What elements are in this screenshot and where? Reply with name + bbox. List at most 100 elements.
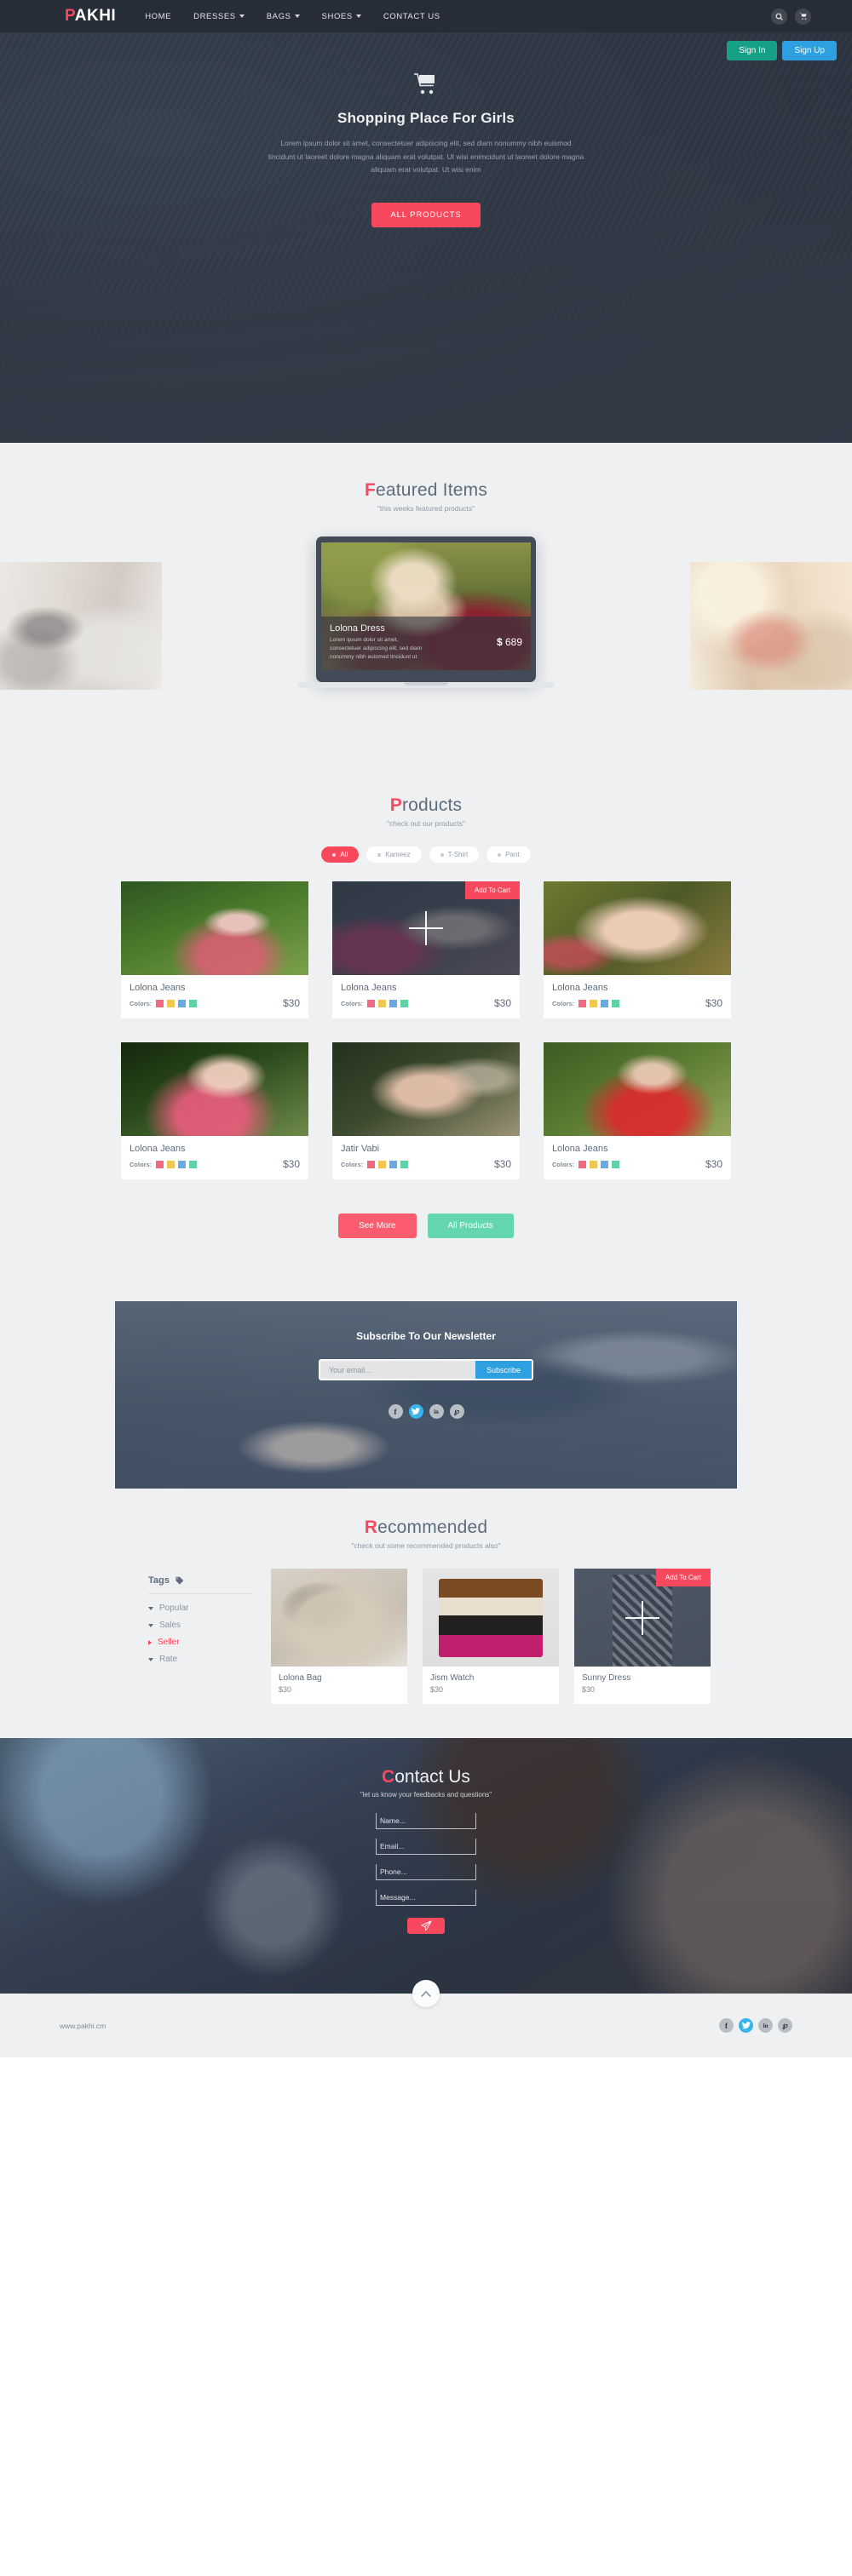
- filter-tab-pant[interactable]: Pant: [486, 846, 531, 863]
- plus-icon[interactable]: [625, 1600, 659, 1635]
- facebook-icon[interactable]: f: [719, 2018, 734, 2033]
- recommended-card[interactable]: Lolona Bag $30: [271, 1569, 407, 1704]
- name-field[interactable]: [376, 1813, 476, 1829]
- tags-heading: Tags: [148, 1575, 252, 1586]
- linkedin-icon[interactable]: in: [758, 2018, 773, 2033]
- products-subtitle: "check out our products": [386, 819, 466, 828]
- sign-up-button[interactable]: Sign Up: [782, 41, 837, 60]
- product-card[interactable]: Lolona Jeans Colors: $30: [544, 881, 731, 1018]
- nav-label: SHOES: [321, 11, 353, 21]
- product-name: Lolona Jeans: [552, 1144, 608, 1154]
- featured-product-image[interactable]: Lolona Dress Lorem ipsum dolor sit amet,…: [321, 542, 531, 670]
- recommended-grid: Lolona Bag $30 Jism Watch $30 Add To Car…: [271, 1569, 711, 1704]
- linkedin-icon[interactable]: in: [429, 1404, 444, 1419]
- send-message-button[interactable]: [407, 1918, 445, 1934]
- filter-label: Pant: [505, 851, 520, 858]
- product-image[interactable]: [544, 881, 731, 975]
- contact-title-accent: C: [382, 1767, 395, 1787]
- product-card[interactable]: Lolona Jeans Colors: $30: [121, 881, 308, 1018]
- nav-label: HOME: [145, 11, 172, 21]
- recommended-image[interactable]: [423, 1569, 559, 1667]
- add-to-cart-button[interactable]: Add To Cart: [464, 881, 520, 899]
- nav-item-contact-us[interactable]: CONTACT US: [383, 12, 440, 21]
- product-image[interactable]: [121, 1042, 308, 1136]
- product-card[interactable]: Add To Cart Lolona Jeans Colors: $30: [332, 881, 520, 1018]
- tag-item-sales[interactable]: Sales: [148, 1621, 252, 1630]
- email-field[interactable]: [376, 1839, 476, 1855]
- recommended-image[interactable]: [271, 1569, 407, 1667]
- nav-label: CONTACT US: [383, 11, 440, 21]
- message-field[interactable]: [376, 1890, 476, 1906]
- scroll-to-top-button[interactable]: [412, 1980, 440, 2007]
- color-swatches: [156, 1160, 198, 1168]
- phone-field[interactable]: [376, 1864, 476, 1880]
- tag-item-popular[interactable]: Popular: [148, 1604, 252, 1613]
- recommended-card[interactable]: Jism Watch $30: [423, 1569, 559, 1704]
- footer-url: www.pakhi.cm: [60, 2021, 106, 2030]
- contact-title-rest: ontact Us: [394, 1767, 470, 1787]
- chevron-down-icon: [148, 1606, 153, 1610]
- featured-heading: Featured Items "this weeks featured prod…: [0, 480, 852, 513]
- nav-item-home[interactable]: HOME: [145, 12, 171, 21]
- featured-side-image-left: [0, 562, 162, 690]
- products-title: Products: [0, 795, 852, 816]
- subscribe-button[interactable]: Subscribe: [475, 1361, 532, 1379]
- filter-tab-all[interactable]: All: [321, 846, 360, 863]
- swatch-yellow: [378, 1160, 387, 1168]
- product-card[interactable]: Lolona Jeans Colors: $30: [121, 1042, 308, 1179]
- tag-item-rate[interactable]: Rate: [148, 1655, 252, 1664]
- nav-item-dresses[interactable]: DRESSES: [193, 12, 245, 21]
- nav-label: DRESSES: [193, 11, 236, 21]
- tag-label: Popular: [159, 1604, 189, 1613]
- add-to-cart-button[interactable]: Add To Cart: [655, 1569, 711, 1586]
- pinterest-icon[interactable]: ℘: [449, 1404, 464, 1419]
- hero-all-products-button[interactable]: ALL PRODUCTS: [371, 203, 481, 228]
- product-card[interactable]: Lolona Jeans Colors: $30: [544, 1042, 731, 1179]
- newsletter-email-input[interactable]: [320, 1361, 475, 1379]
- recommended-image[interactable]: Add To Cart: [574, 1569, 711, 1667]
- currency-symbol: $: [496, 636, 503, 649]
- main-navbar: PAKHI HOME DRESSES BAGS SHOES CONTACT US: [0, 0, 852, 32]
- cart-icon[interactable]: [795, 8, 811, 25]
- nav-item-bags[interactable]: BAGS: [267, 12, 300, 21]
- product-image[interactable]: [332, 1042, 520, 1136]
- swatch-blue: [178, 1160, 187, 1168]
- tag-item-seller[interactable]: Seller: [148, 1638, 252, 1647]
- nav-item-shoes[interactable]: SHOES: [322, 12, 361, 21]
- swatch-green: [612, 1160, 620, 1168]
- product-name: Lolona Jeans: [552, 983, 608, 993]
- filter-tab-kameez[interactable]: Kameez: [366, 846, 422, 863]
- swatch-yellow: [378, 999, 387, 1007]
- colors-label: Colors:: [341, 1160, 364, 1168]
- product-image[interactable]: [544, 1042, 731, 1136]
- swatch-green: [400, 1160, 409, 1168]
- products-section: Products "check out our products" All Ka…: [0, 778, 852, 1276]
- product-price: $30: [282, 1158, 300, 1170]
- recommended-body: Tags Popular Sales Seller Rate Lolona Ba…: [0, 1569, 852, 1704]
- sign-in-button[interactable]: Sign In: [727, 41, 778, 60]
- product-card[interactable]: Jatir Vabi Colors: $30: [332, 1042, 520, 1179]
- facebook-icon[interactable]: f: [388, 1404, 403, 1419]
- recommended-section: Recommended "check out some recommended …: [0, 1489, 852, 1738]
- filter-tab-tshirt[interactable]: T-Shirt: [429, 846, 480, 863]
- recommended-card[interactable]: Add To Cart Sunny Dress $30: [574, 1569, 711, 1704]
- newsletter-wrapper: Subscribe To Our Newsletter Subscribe f …: [0, 1276, 852, 1489]
- hero-title: Shopping Place For Girls: [337, 110, 515, 126]
- twitter-icon[interactable]: [408, 1404, 423, 1419]
- swatch-blue: [178, 999, 187, 1007]
- recommended-price: $30: [279, 1685, 292, 1694]
- plus-icon[interactable]: [409, 911, 443, 945]
- brand-logo[interactable]: PAKHI: [65, 7, 116, 26]
- filter-label: Kameez: [385, 851, 411, 858]
- search-icon[interactable]: [771, 8, 787, 25]
- all-products-button[interactable]: All Products: [427, 1213, 514, 1238]
- laptop-base: [297, 682, 555, 688]
- twitter-icon[interactable]: [739, 2018, 753, 2033]
- chevron-down-icon: [148, 1623, 153, 1627]
- product-image[interactable]: Add To Cart: [332, 881, 520, 975]
- see-more-button[interactable]: See More: [338, 1213, 417, 1238]
- pinterest-icon[interactable]: ℘: [778, 2018, 792, 2033]
- tag-label: Sales: [159, 1621, 181, 1630]
- swatch-yellow: [167, 1160, 176, 1168]
- product-image[interactable]: [121, 881, 308, 975]
